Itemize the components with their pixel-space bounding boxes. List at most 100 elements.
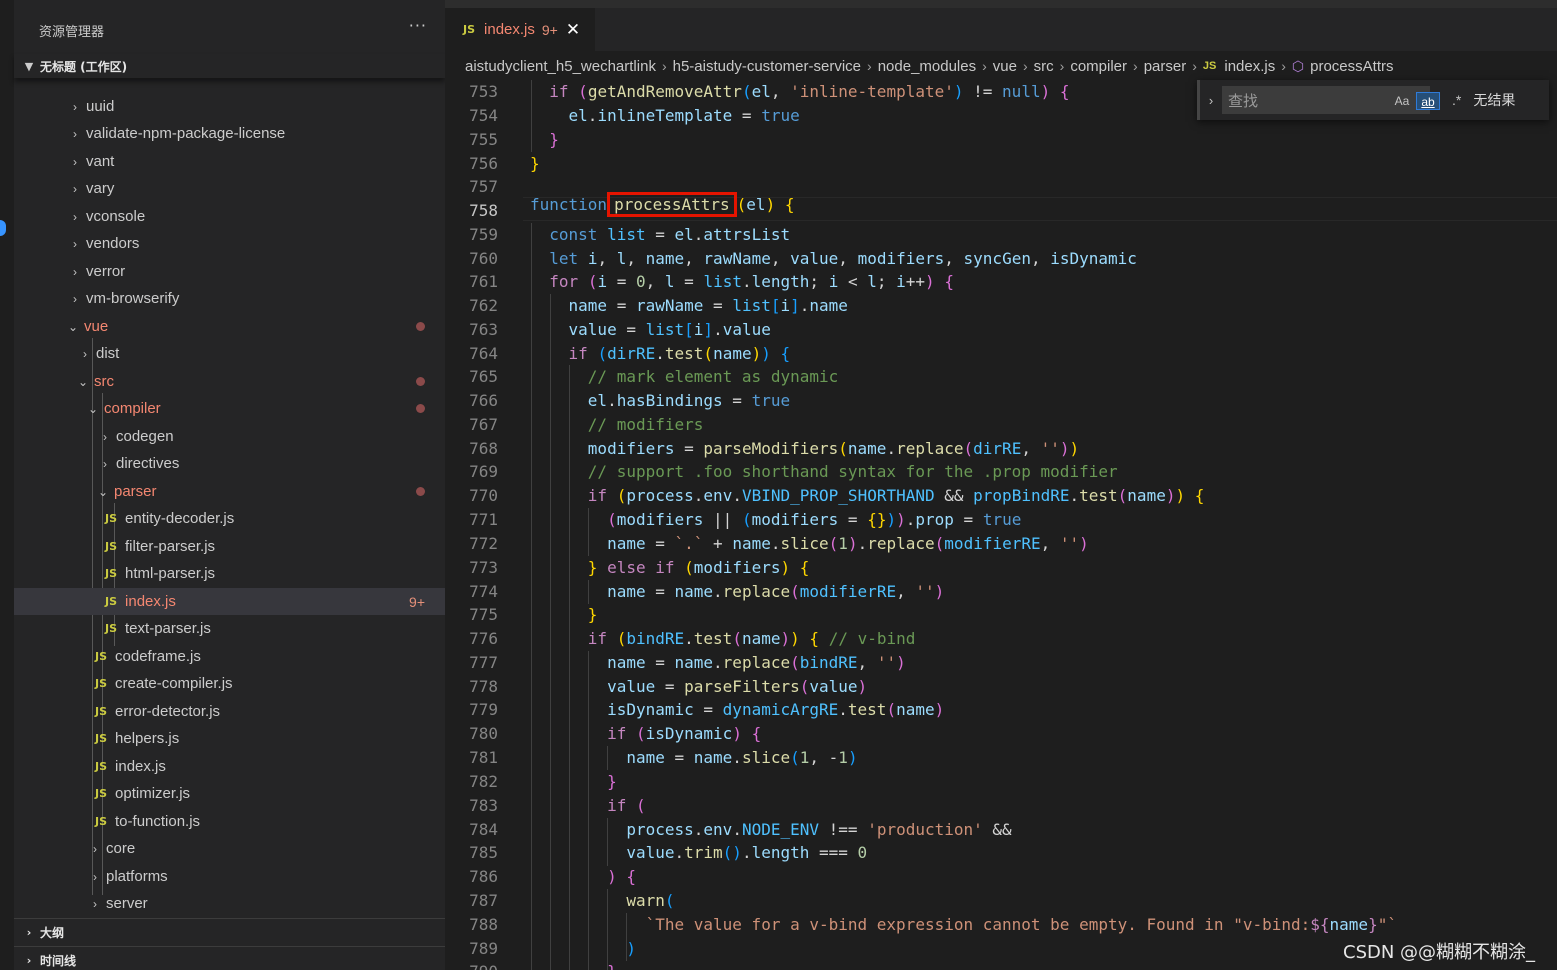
line-number: 774 [469, 582, 498, 601]
find-input[interactable]: 查找 Aa ab [1222, 86, 1440, 114]
code-editor[interactable]: 753 if (getAndRemoveAttr(el, 'inline-tem… [445, 80, 1557, 970]
tree-item-index-js[interactable]: JS index.js [14, 753, 445, 780]
workspace-header[interactable]: ▼ 无标题 (工作区) [14, 54, 445, 78]
code-line-current: 758 function processAttrs (el) { [445, 192, 1557, 223]
tree-item-label: error-detector.js [115, 703, 221, 720]
js-file-icon: JS [95, 815, 108, 828]
line-number: 770 [469, 486, 498, 505]
tree-item-vary[interactable]: › vary [14, 175, 445, 202]
tree-item-label: server [106, 895, 148, 912]
tree-item-dist[interactable]: › dist [14, 340, 445, 367]
tree-item-parser[interactable]: ⌄ parser [14, 478, 445, 505]
regex-toggle[interactable]: .* [1452, 91, 1461, 109]
tree-item-server[interactable]: › server [14, 890, 445, 917]
tab-label: index.js [484, 21, 535, 38]
chevron-right-icon: › [103, 456, 107, 471]
line-number: 758 [469, 201, 498, 220]
more-actions-icon[interactable]: ··· [409, 16, 427, 35]
accounts-indicator[interactable] [0, 220, 6, 236]
code-line: 778 value = parseFilters(value) [445, 675, 1557, 699]
tab-index-js[interactable]: JS index.js 9+ ✕ [445, 8, 595, 51]
tree-item-vconsole[interactable]: › vconsole [14, 203, 445, 230]
line-number: 777 [469, 653, 498, 672]
tree-item-to-function[interactable]: JS to-function.js [14, 808, 445, 835]
tree-item-label: create-compiler.js [115, 675, 233, 692]
tree-item-error-detector[interactable]: JS error-detector.js [14, 698, 445, 725]
timeline-title: 时间线 [40, 953, 77, 968]
tree-item-label: validate-npm-package-license [86, 125, 286, 142]
breadcrumb-item[interactable]: src [1034, 58, 1054, 75]
breadcrumb-item[interactable]: vue [993, 58, 1017, 75]
modified-dot [416, 404, 425, 413]
tree-item-label: src [94, 373, 114, 390]
chevron-right-icon: › [73, 209, 77, 224]
tree-item-label: helpers.js [115, 730, 180, 747]
code-line: 781 name = name.slice(1, -1) [445, 746, 1557, 770]
line-number: 766 [469, 391, 498, 410]
breadcrumb: aistudyclient_h5_wechartlink › h5-aistudy… [465, 51, 1393, 81]
breadcrumb-item[interactable]: index.js [1224, 58, 1275, 75]
chevron-down-icon: ⌄ [97, 484, 109, 499]
outline-panel-header[interactable]: › 大纲 [14, 918, 445, 945]
tree-item-helpers[interactable]: JS helpers.js [14, 725, 445, 752]
code-line: 760 let i, l, name, rawName, value, modi… [445, 247, 1557, 271]
tree-item-platforms[interactable]: › platforms [14, 863, 445, 890]
line-number: 773 [469, 558, 498, 577]
breadcrumb-item[interactable]: h5-aistudy-customer-service [673, 58, 861, 75]
tree-item-entity-decoder[interactable]: JS entity-decoder.js [14, 505, 445, 532]
js-file-icon: JS [95, 760, 108, 773]
code-line: 767 // modifiers [445, 413, 1557, 437]
whole-word-toggle[interactable]: ab [1416, 92, 1440, 110]
tree-item-text-parser[interactable]: JS text-parser.js [14, 615, 445, 642]
breadcrumb-item[interactable]: processAttrs [1310, 58, 1393, 75]
breadcrumb-item[interactable]: aistudyclient_h5_wechartlink [465, 58, 656, 75]
tree-item-codegen[interactable]: › codegen [14, 423, 445, 450]
tree-item-optimizer[interactable]: JS optimizer.js [14, 780, 445, 807]
tree-item-directives[interactable]: › directives [14, 450, 445, 477]
breadcrumb-item[interactable]: node_modules [878, 58, 976, 75]
tree-item-uuid[interactable]: › uuid [14, 93, 445, 120]
tree-item-vm-browserify[interactable]: › vm-browserify [14, 285, 445, 312]
tree-item-verror[interactable]: › verror [14, 258, 445, 285]
chevron-right-icon: › [26, 953, 32, 967]
tree-item-filter-parser[interactable]: JS filter-parser.js [14, 533, 445, 560]
chevron-right-icon: › [73, 126, 77, 141]
outline-title: 大纲 [40, 925, 65, 940]
tree-item-label: vant [86, 153, 115, 170]
breadcrumb-item[interactable]: parser [1144, 58, 1187, 75]
tree-item-codeframe[interactable]: JS codeframe.js [14, 643, 445, 670]
match-case-toggle[interactable]: Aa [1392, 92, 1412, 110]
tree-item-label: parser [114, 483, 157, 500]
tree-item-vant[interactable]: › vant [14, 148, 445, 175]
tree-item-label: vm-browserify [86, 290, 180, 307]
tree-item-html-parser[interactable]: JS html-parser.js [14, 560, 445, 587]
tree-item-index-js-selected[interactable]: JS index.js 9+ [14, 588, 445, 615]
line-number: 760 [469, 249, 498, 268]
tree-item-vue[interactable]: ⌄ vue [14, 313, 445, 340]
timeline-panel-header[interactable]: › 时间线 [14, 946, 445, 970]
code-line: 769 // support .foo shorthand syntax for… [445, 460, 1557, 484]
chevron-right-icon[interactable]: › [1200, 93, 1222, 108]
modified-dot [416, 487, 425, 496]
tree-item-create-compiler[interactable]: JS create-compiler.js [14, 670, 445, 697]
chevron-right-icon: › [867, 58, 872, 74]
explorer-sidebar: 资源管理器 ··· ▼ 无标题 (工作区) › utils-merge ›uui… [0, 0, 445, 970]
tree-item-core[interactable]: › core [14, 835, 445, 862]
chevron-right-icon: › [1192, 58, 1197, 74]
line-number: 786 [469, 867, 498, 886]
close-icon[interactable]: ✕ [566, 20, 580, 40]
tree-item-vendors[interactable]: › vendors [14, 230, 445, 257]
tree-item-src[interactable]: ⌄ src [14, 368, 445, 395]
chevron-down-icon: ⌄ [77, 374, 89, 389]
code-line: 770 if (process.env.VBIND_PROP_SHORTHAND… [445, 484, 1557, 508]
line-number: 759 [469, 225, 498, 244]
code-line: 759 const list = el.attrsList [445, 223, 1557, 247]
find-placeholder: 查找 [1228, 92, 1259, 110]
code-line: 780 if (isDynamic) { [445, 722, 1557, 746]
breadcrumb-item[interactable]: compiler [1070, 58, 1127, 75]
line-number: 756 [469, 154, 498, 173]
tree-item-validate-npm-package-license[interactable]: › validate-npm-package-license [14, 120, 445, 147]
tab-bar: JS index.js 9+ ✕ [445, 8, 1557, 51]
code-line: 771 (modifiers || (modifiers = {})).prop… [445, 508, 1557, 532]
tree-item-compiler[interactable]: ⌄ compiler [14, 395, 445, 422]
